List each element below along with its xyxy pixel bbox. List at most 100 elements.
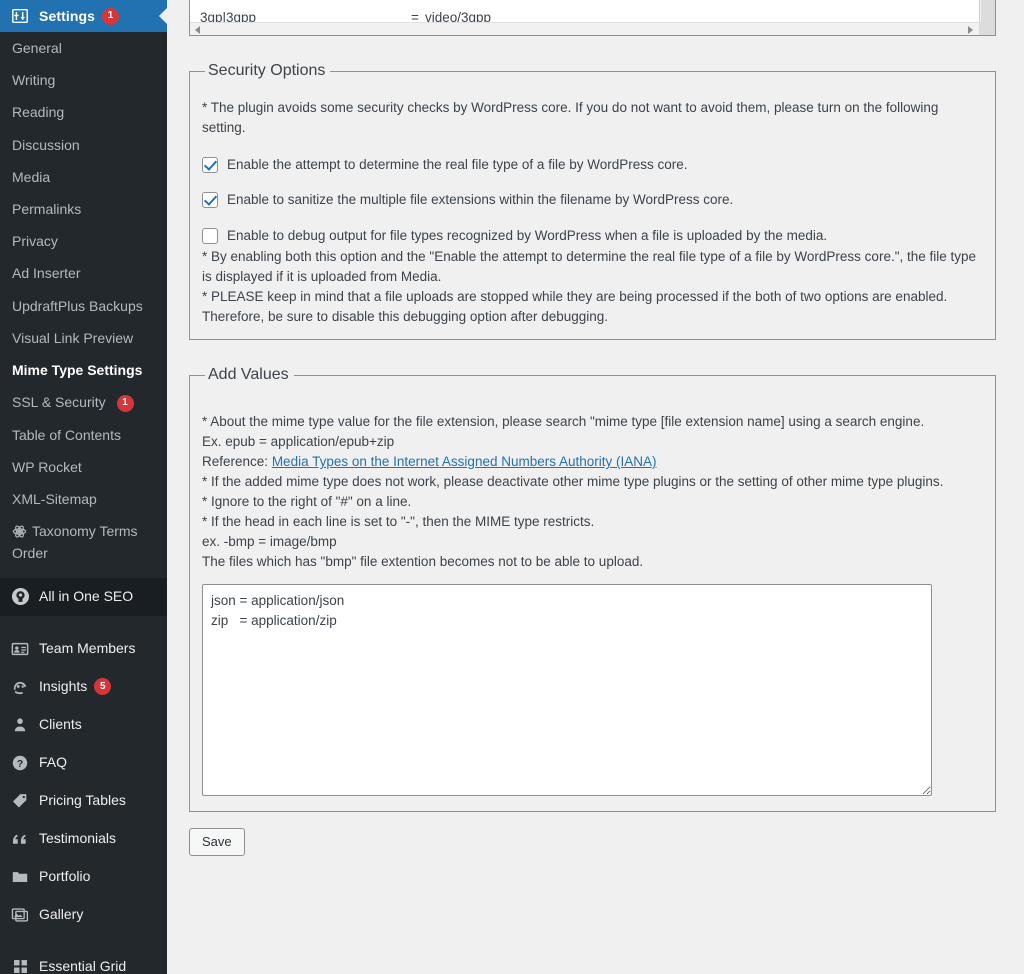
sidebar-item-label: Reading <box>12 104 65 121</box>
sidebar-item-discussion[interactable]: Discussion <box>0 129 167 161</box>
sidebar-item-label: Ad Inserter <box>12 265 81 282</box>
sidebar-item-label: All in One SEO <box>39 588 134 605</box>
sidebar-item-ad-inserter[interactable]: Ad Inserter <box>0 257 167 289</box>
sidebar-header-badge: 1 <box>102 7 120 25</box>
sidebar-header-settings[interactable]: Settings 1 <box>0 0 167 32</box>
checkbox-label: Enable the attempt to determine the real… <box>227 157 688 172</box>
sidebar-item-ssl-and-security[interactable]: SSL & Security 1 <box>0 386 167 419</box>
sidebar-item-badge: 1 <box>116 394 134 412</box>
sidebar-item-writing[interactable]: Writing <box>0 64 167 96</box>
sidebar-item-label: Privacy <box>12 233 58 250</box>
settings-icon <box>10 6 30 26</box>
sidebar-item-clients[interactable]: Clients <box>0 706 167 744</box>
sidebar-item-label: Portfolio <box>39 868 91 885</box>
scrollbar-corner <box>979 22 995 35</box>
scrollbar-thumb[interactable] <box>981 0 995 23</box>
form-actions: Save <box>189 828 996 856</box>
mime-type-list-box[interactable]: ogv = video/ogg webm = video/webm mkv = … <box>189 0 996 36</box>
mime-list-vertical-scrollbar[interactable] <box>979 0 995 23</box>
sidebar-header-arrow-icon <box>159 8 167 24</box>
sidebar-item-label: Insights <box>39 678 88 695</box>
add-values-note-bmp-example: ex. -bmp = image/bmp <box>202 534 337 549</box>
add-values-textarea-wrap <box>202 584 983 799</box>
sidebar-submenu: General Writing Reading Discussion Media… <box>0 32 167 569</box>
svg-text:?: ? <box>17 759 23 770</box>
sidebar-separator <box>0 569 167 578</box>
sidebar-item-pricing-tables[interactable]: Pricing Tables <box>0 782 167 820</box>
sidebar-item-taxonomy-terms-order[interactable]: Taxonomy Terms Order <box>0 515 167 568</box>
sidebar-item-xml-sitemap[interactable]: XML-Sitemap <box>0 483 167 515</box>
id-card-icon <box>10 639 30 659</box>
checkbox-debug-output[interactable] <box>202 228 218 244</box>
grid-icon <box>10 957 30 974</box>
sidebar-item-label: UpdraftPlus Backups <box>12 297 143 314</box>
chevron-right-icon[interactable] <box>968 26 973 34</box>
sidebar-item-label: Team Members <box>39 640 136 657</box>
security-options-intro: * The plugin avoids some security checks… <box>202 100 939 135</box>
sidebar-item-label: General <box>12 40 62 56</box>
sidebar-item-updraftplus-backups[interactable]: UpdraftPlus Backups <box>0 290 167 322</box>
sidebar-item-label: XML-Sitemap <box>12 491 97 508</box>
iana-reference-link[interactable]: Media Types on the Internet Assigned Num… <box>272 454 657 469</box>
sidebar-item-privacy[interactable]: Privacy <box>0 225 167 257</box>
sidebar-item-label: WP Rocket <box>12 459 82 476</box>
images-icon <box>10 905 30 925</box>
sidebar-item-label: Clients <box>39 716 82 733</box>
add-values-fieldset: Add Values * About the mime type value f… <box>189 366 996 812</box>
sidebar-item-faq[interactable]: ? FAQ <box>0 744 167 782</box>
add-values-note-search: * About the mime type value for the file… <box>202 414 925 429</box>
mime-list-horizontal-scrollbar[interactable] <box>190 22 995 35</box>
add-values-note-hash: * Ignore to the right of "#" on a line. <box>202 494 412 509</box>
sidebar-item-insights[interactable]: Insights 5 <box>0 668 167 706</box>
security-options-note-2: * PLEASE keep in mind that a file upload… <box>202 289 948 324</box>
sidebar-item-mime-type-settings[interactable]: Mime Type Settings <box>0 354 167 386</box>
checkbox-row-debug-output[interactable]: Enable to debug output for file types re… <box>202 227 983 245</box>
checkbox-sanitize-extensions[interactable] <box>202 192 218 208</box>
sidebar-item-testimonials[interactable]: Testimonials <box>0 820 167 858</box>
aioseo-icon <box>10 587 30 607</box>
sidebar-item-wp-rocket[interactable]: WP Rocket <box>0 451 167 483</box>
checkbox-real-file-type[interactable] <box>202 157 218 173</box>
sidebar-item-label: SSL & Security <box>12 394 106 411</box>
sidebar-item-media[interactable]: Media <box>0 161 167 193</box>
sidebar-item-all-in-one-seo[interactable]: All in One SEO <box>0 577 167 616</box>
sidebar-item-team-members[interactable]: Team Members <box>0 630 167 668</box>
sidebar-item-reading[interactable]: Reading <box>0 96 167 128</box>
sidebar-item-label: Writing <box>12 72 56 89</box>
sidebar-item-general[interactable]: General <box>0 32 167 64</box>
chevron-left-icon[interactable] <box>195 26 200 34</box>
sidebar-item-visual-link-preview[interactable]: Visual Link Preview <box>0 322 167 354</box>
folder-icon <box>10 867 30 887</box>
sidebar-separator <box>0 616 167 630</box>
sidebar-item-portfolio[interactable]: Portfolio <box>0 858 167 896</box>
sidebar-item-gallery[interactable]: Gallery <box>0 896 167 934</box>
add-values-legend: Add Values <box>208 366 289 383</box>
checkbox-label: Enable to debug output for file types re… <box>227 228 828 243</box>
sidebar-item-label: Essential Grid <box>39 958 127 974</box>
sidebar-item-essential-grid[interactable]: Essential Grid <box>0 948 167 974</box>
checkbox-row-real-file-type[interactable]: Enable the attempt to determine the real… <box>202 156 983 174</box>
sidebar-item-label: Media <box>12 168 51 185</box>
monsterinsights-icon <box>10 677 30 697</box>
admin-sidebar: Settings 1 General Writing Reading Discu… <box>0 0 167 974</box>
security-options-note-1: * By enabling both this option and the "… <box>202 249 977 284</box>
sidebar-item-permalinks[interactable]: Permalinks <box>0 193 167 225</box>
quote-icon <box>10 829 30 849</box>
add-values-textarea[interactable] <box>202 584 932 796</box>
add-values-note-example: Ex. epub = application/epub+zip <box>202 434 395 449</box>
reference-prefix: Reference: <box>202 454 269 469</box>
sidebar-header-label: Settings <box>39 8 96 24</box>
sidebar-item-label: Mime Type Settings <box>12 361 143 378</box>
add-values-reference-line: Reference: Media Types on the Internet A… <box>202 452 983 472</box>
sidebar-item-label: FAQ <box>39 754 68 771</box>
admin-page: Settings 1 General Writing Reading Discu… <box>0 0 1024 974</box>
add-values-note-deactivate: * If the added mime type does not work, … <box>202 474 944 489</box>
save-button[interactable]: Save <box>189 828 245 856</box>
sidebar-separator <box>0 934 167 948</box>
sidebar-item-label: Pricing Tables <box>39 792 126 809</box>
question-circle-icon: ? <box>10 753 30 773</box>
checkbox-label: Enable to sanitize the multiple file ext… <box>227 192 734 207</box>
sidebar-item-table-of-contents[interactable]: Table of Contents <box>0 419 167 451</box>
checkbox-row-sanitize-extensions[interactable]: Enable to sanitize the multiple file ext… <box>202 191 983 209</box>
